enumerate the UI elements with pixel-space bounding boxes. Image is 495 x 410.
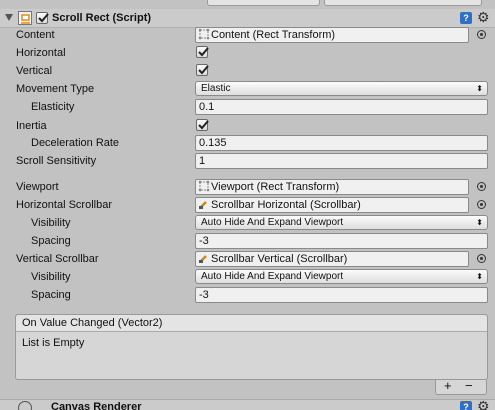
inertia-checkbox[interactable] xyxy=(196,119,209,131)
component-enabled-checkbox[interactable] xyxy=(36,12,49,24)
rect-transform-icon xyxy=(198,180,210,192)
event-list-buttons: + − xyxy=(435,379,487,395)
elasticity-input[interactable]: 0.1 xyxy=(195,99,488,115)
vertical-visibility-label: Visibility xyxy=(31,271,71,283)
vertical-spacing-label: Spacing xyxy=(31,289,71,301)
next-component-header[interactable]: Canvas Renderer ? ⚙ xyxy=(0,399,495,410)
content-field[interactable]: Content (Rect Transform) xyxy=(195,27,469,43)
content-value: Content (Rect Transform) xyxy=(211,29,336,41)
viewport-label: Viewport xyxy=(16,181,59,193)
elasticity-label: Elasticity xyxy=(31,101,75,113)
canvas-renderer-icon xyxy=(18,401,32,410)
movement-type-dropdown[interactable]: Elastic ⬍ xyxy=(195,81,488,96)
previous-field xyxy=(207,0,320,6)
horizontal-label: Horizontal xyxy=(16,47,66,59)
rect-transform-icon xyxy=(198,28,210,40)
gear-icon[interactable]: ⚙ xyxy=(477,9,490,26)
add-listener-button[interactable]: + xyxy=(444,379,452,392)
horizontal-visibility-value: Auto Hide And Expand Viewport xyxy=(201,217,344,228)
horizontal-scrollbar-value: Scrollbar Horizontal (Scrollbar) xyxy=(211,199,361,211)
help-book-icon[interactable]: ? xyxy=(460,12,472,24)
script-component-icon xyxy=(18,11,33,26)
horizontal-spacing-input[interactable]: -3 xyxy=(195,233,488,249)
object-picker-icon[interactable] xyxy=(477,254,486,263)
movement-type-value: Elastic xyxy=(201,83,231,94)
horizontal-scrollbar-field[interactable]: Scrollbar Horizontal (Scrollbar) xyxy=(195,197,469,213)
horizontal-spacing-label: Spacing xyxy=(31,235,71,247)
scrollbar-icon xyxy=(198,198,210,210)
foldout-triangle-icon[interactable] xyxy=(5,14,13,21)
horizontal-visibility-label: Visibility xyxy=(31,217,71,229)
object-picker-icon[interactable] xyxy=(477,182,486,191)
vertical-checkbox[interactable] xyxy=(196,64,209,76)
object-picker-icon[interactable] xyxy=(477,200,486,209)
dropdown-arrows-icon: ⬍ xyxy=(476,84,483,93)
scroll-sensitivity-input[interactable]: 1 xyxy=(195,153,488,169)
on-value-changed-event: On Value Changed (Vector2) List is Empty xyxy=(15,314,488,380)
horizontal-visibility-dropdown[interactable]: Auto Hide And Expand Viewport ⬍ xyxy=(195,215,488,230)
horizontal-scrollbar-label: Horizontal Scrollbar xyxy=(16,199,112,211)
dropdown-arrows-icon: ⬍ xyxy=(476,272,483,281)
content-label: Content xyxy=(16,29,55,41)
vertical-scrollbar-field[interactable]: Scrollbar Vertical (Scrollbar) xyxy=(195,251,469,267)
gear-icon[interactable]: ⚙ xyxy=(477,400,490,410)
deceleration-rate-input[interactable]: 0.135 xyxy=(195,135,488,151)
object-picker-icon[interactable] xyxy=(477,30,486,39)
event-list-empty: List is Empty xyxy=(22,337,85,349)
vertical-scrollbar-value: Scrollbar Vertical (Scrollbar) xyxy=(211,253,348,265)
deceleration-rate-label: Deceleration Rate xyxy=(31,137,120,149)
help-book-icon[interactable]: ? xyxy=(460,401,472,410)
scroll-sensitivity-label: Scroll Sensitivity xyxy=(16,155,97,167)
vertical-spacing-input[interactable]: -3 xyxy=(195,287,488,303)
inertia-label: Inertia xyxy=(16,120,47,132)
horizontal-checkbox[interactable] xyxy=(196,46,209,58)
component-header[interactable]: Scroll Rect (Script) ? ⚙ xyxy=(0,9,495,28)
movement-type-label: Movement Type xyxy=(16,83,95,95)
viewport-field[interactable]: Viewport (Rect Transform) xyxy=(195,179,469,195)
inspector-scrollbar[interactable] xyxy=(489,28,495,399)
dropdown-arrows-icon: ⬍ xyxy=(476,218,483,227)
vertical-label: Vertical xyxy=(16,65,53,77)
vertical-scrollbar-label: Vertical Scrollbar xyxy=(16,253,99,265)
event-header: On Value Changed (Vector2) xyxy=(16,315,487,332)
component-title: Scroll Rect (Script) xyxy=(52,12,152,24)
viewport-value: Viewport (Rect Transform) xyxy=(211,181,340,193)
vertical-visibility-dropdown[interactable]: Auto Hide And Expand Viewport ⬍ xyxy=(195,269,488,284)
previous-field xyxy=(324,0,482,6)
scrollbar-icon xyxy=(198,252,210,264)
vertical-visibility-value: Auto Hide And Expand Viewport xyxy=(201,271,344,282)
previous-component-strip xyxy=(0,0,495,9)
next-component-title: Canvas Renderer xyxy=(51,401,142,410)
remove-listener-button[interactable]: − xyxy=(465,379,473,392)
